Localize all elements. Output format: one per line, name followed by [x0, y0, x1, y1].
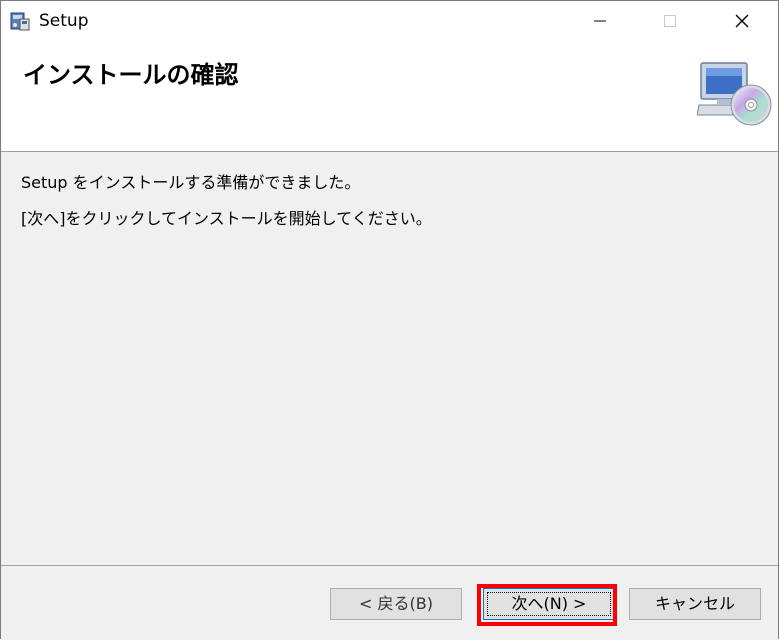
header-banner: インストールの確認 — [1, 41, 778, 152]
back-button[interactable]: < 戻る(B) — [330, 588, 462, 620]
close-icon — [735, 14, 749, 28]
computer-cd-icon — [696, 59, 773, 129]
next-button[interactable]: 次へ(N) > — [483, 588, 615, 620]
maximize-button[interactable] — [645, 1, 695, 41]
title-bar[interactable]: Setup — [1, 1, 778, 41]
instruction-message: [次へ]をクリックしてインストールを開始してください。 — [21, 209, 432, 228]
button-bar: < 戻る(B) 次へ(N) > キャンセル — [1, 565, 778, 640]
maximize-icon — [664, 15, 676, 27]
minimize-icon — [594, 20, 606, 22]
next-button-label: 次へ(N) > — [511, 594, 587, 613]
ready-message: Setup をインストールする準備ができました。 — [21, 173, 361, 192]
installer-app-icon — [9, 10, 31, 32]
minimize-button[interactable] — [575, 1, 625, 41]
cancel-button[interactable]: キャンセル — [629, 588, 761, 620]
content-area: Setup をインストールする準備ができました。 [次へ]をクリックしてインスト… — [1, 152, 778, 565]
window-title: Setup — [39, 11, 89, 31]
close-button[interactable] — [717, 1, 767, 41]
page-title: インストールの確認 — [23, 61, 239, 89]
setup-window: Setup インストールの確認 Setup をインストールする準備ができました。… — [0, 0, 779, 640]
